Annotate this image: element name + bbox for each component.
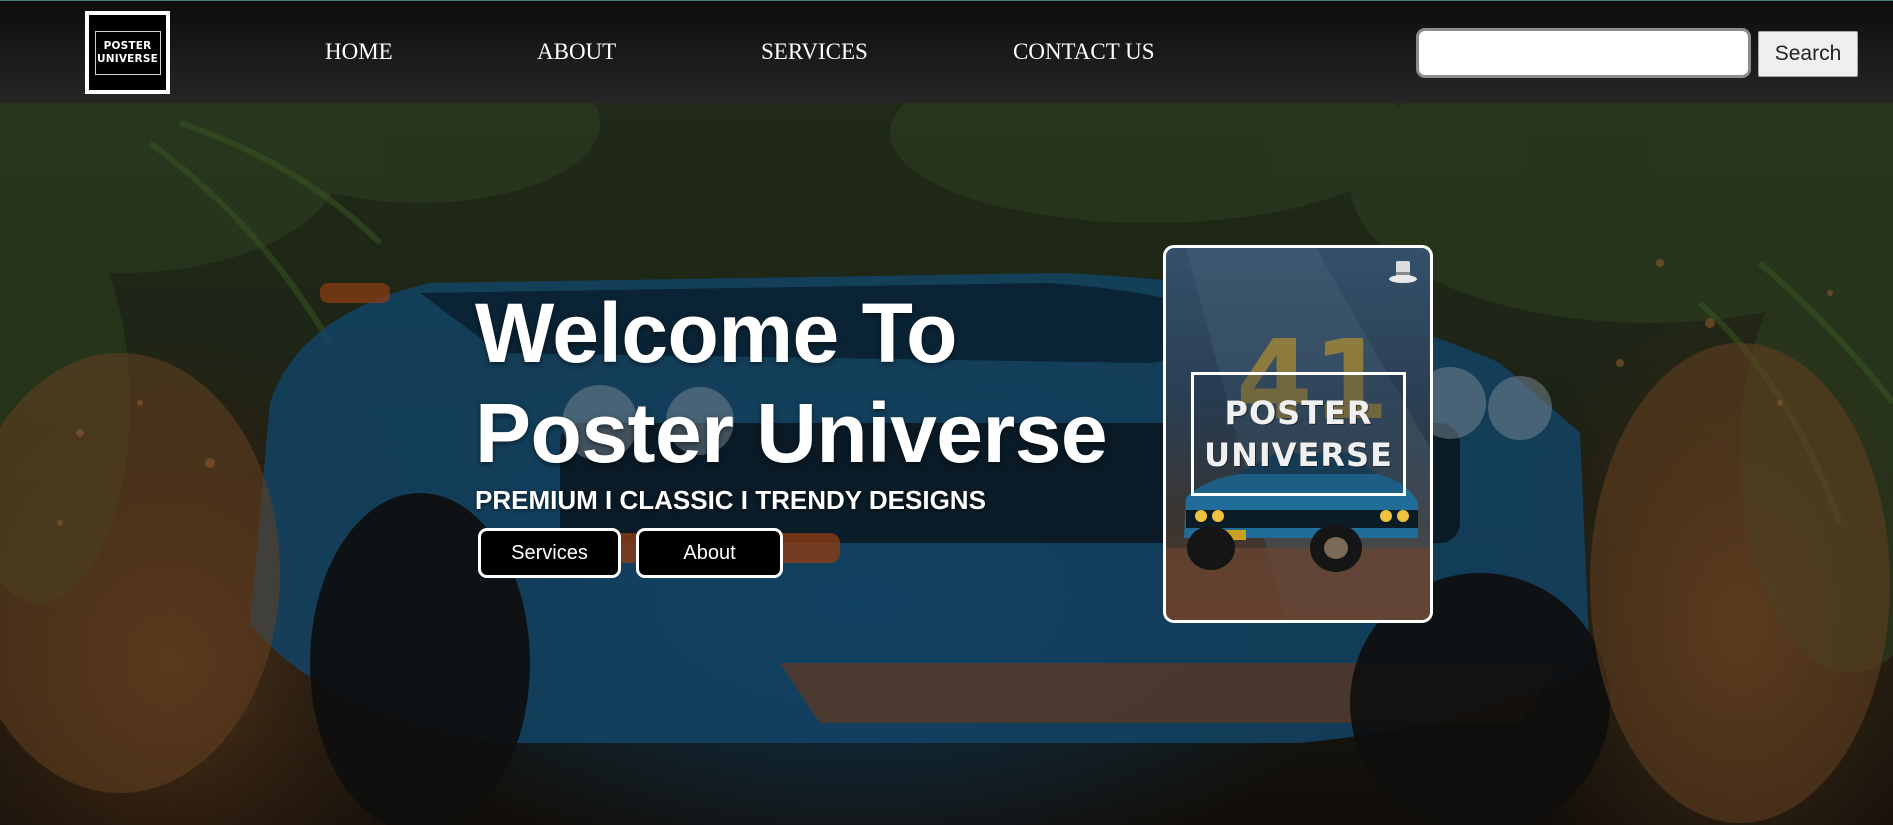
- services-button[interactable]: Services: [478, 528, 621, 578]
- logo-line1: POSTER: [103, 39, 152, 52]
- hero-title: Welcome To Poster Universe: [475, 283, 1125, 483]
- hero-section: Welcome To Poster Universe PREMIUM I CLA…: [0, 103, 1893, 825]
- hero-subtitle: PREMIUM I CLASSIC I TRENDY DESIGNS: [475, 485, 986, 515]
- about-button[interactable]: About: [636, 528, 783, 578]
- nav-link-home[interactable]: HOME: [325, 39, 393, 65]
- search-input[interactable]: [1416, 28, 1751, 78]
- hero-title-line2: Poster Universe: [475, 386, 1108, 480]
- hero-title-line1: Welcome To: [475, 286, 957, 380]
- search-button[interactable]: Search: [1758, 31, 1858, 77]
- nav-link-services[interactable]: SERVICES: [761, 39, 868, 65]
- navbar: POSTER UNIVERSE HOME ABOUT SERVICES CONT…: [0, 0, 1893, 103]
- poster-title-line2: UNIVERSE: [1204, 436, 1393, 474]
- poster-title-line1: POSTER: [1224, 394, 1373, 432]
- nav-link-contact-us[interactable]: CONTACT US: [1013, 39, 1155, 65]
- logo-inner-frame: POSTER UNIVERSE: [94, 30, 161, 75]
- poster-card[interactable]: 41 POSTER UNIVERSE: [1163, 245, 1433, 623]
- poster-title-box: POSTER UNIVERSE: [1191, 372, 1406, 496]
- logo-line2: UNIVERSE: [97, 52, 158, 65]
- logo[interactable]: POSTER UNIVERSE: [85, 11, 170, 94]
- nav-link-about[interactable]: ABOUT: [537, 39, 616, 65]
